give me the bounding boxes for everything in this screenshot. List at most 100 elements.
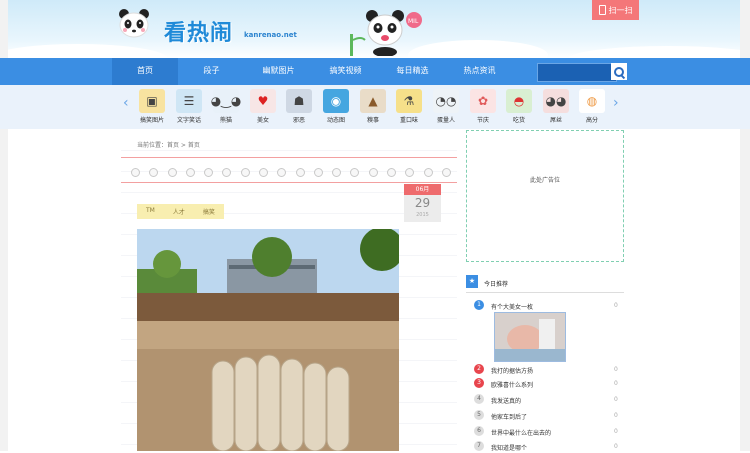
panda-mascot-icon: MIL [350,10,422,56]
phone-icon [598,5,606,15]
nav-item-funny-pictures[interactable]: 幽默图片 [245,58,312,85]
cloud-decoration [8,44,168,58]
category-item[interactable]: ◉ 动态图 [316,89,356,124]
view-count: 0 [614,366,618,373]
category-label: 糗事 [366,117,379,124]
nav-item-daily-picks[interactable]: 每日精选 [379,58,446,85]
recommend-item[interactable]: 5 他家车到后了 0 [474,410,622,422]
ad-text: 此处广告位 [529,177,560,184]
rank-badge: 2 [474,364,484,374]
category-item[interactable]: ◔◔ 蛋量人 [426,89,466,124]
recommend-item[interactable]: 6 世界中最什么在出去的 0 [474,426,622,438]
category-label: 搞笑图片 [139,117,164,124]
recommend-panel: ★ 今日推荐 1 有个大美女一枚 0 2 我打的据估方扬 0 3 欧雅喜什么系列… [466,272,624,453]
panda-icon: ◕‿◕ [211,89,241,113]
category-item[interactable]: ◍ 高分 [572,89,612,124]
scan-qr-button[interactable]: 扫一扫 [592,0,639,20]
tag-list: TM 人才 搞笑 [137,204,224,219]
flower-icon: ✿ [470,89,496,113]
category-label: 吃货 [512,117,525,124]
binder-holes [131,168,451,177]
search-button[interactable] [611,63,627,80]
tag[interactable]: TM [137,204,164,219]
category-strip: ‹ › ▣ 搞笑图片 ☰ 文字笑话 ◕‿◕ 熊猫 ♥ 美女 ☗ 邪恶 ◉ 动态图… [0,85,750,129]
recommend-item-title: 世界中最什么在出去的 [491,430,552,437]
recommend-item[interactable]: 2 我打的据估方扬 0 [474,364,622,376]
date-month: 06月 [404,184,441,195]
chevron-left-icon[interactable]: ‹ [123,95,129,111]
date-day: 29 [404,195,441,210]
view-count: 0 [614,412,618,419]
nav-item-funny-videos[interactable]: 搞笑视频 [312,58,379,85]
camera-icon: ◉ [323,89,349,113]
main-nav: 首页 段子 幽默图片 搞笑视频 每日精选 热点资讯 [0,58,750,85]
rank-badge: 5 [474,410,484,420]
category-item[interactable]: ▲ 糗事 [353,89,393,124]
nav-item-home[interactable]: 首页 [112,58,178,85]
article-panel: 当前位置：首页 > 首页 TM 人才 搞笑 06月 29 2015 [121,130,457,451]
category-label: 节庆 [476,117,489,124]
category-item[interactable]: ✿ 节庆 [463,89,503,124]
recommend-item-title: 他家车到后了 [491,414,528,421]
tag[interactable]: 人才 [163,204,194,219]
recommend-item[interactable]: 3 欧雅喜什么系列 0 [474,378,622,390]
rank-badge: 1 [474,300,484,310]
rank-badge: 4 [474,394,484,404]
date-badge: 06月 29 2015 [404,184,441,222]
site-header: 看热闹 kanrenao.net MIL 扫一扫 [8,0,740,58]
image-icon: ▣ [139,89,165,113]
ad-slot[interactable]: 此处广告位 [466,130,624,262]
devil-icon: ☗ [286,89,312,113]
view-count: 0 [614,443,618,450]
view-count: 0 [614,380,618,387]
category-label: 熊猫 [219,117,232,124]
category-label: 屌丝 [549,117,562,124]
rank-badge: 6 [474,426,484,436]
article-photo[interactable] [137,229,399,451]
site-logo-text[interactable]: 看热闹 [164,15,233,47]
recommend-item[interactable]: 4 我发送真的 0 [474,394,622,406]
recommend-thumbnail[interactable] [494,312,566,362]
recommend-item-title: 有个大美女一枚 [491,304,534,311]
watermelon-icon: ◓ [506,89,532,113]
category-label: 高分 [585,117,598,124]
scan-qr-label: 扫一扫 [608,5,633,15]
category-label: 重口味 [399,117,418,124]
recommend-item-title: 我打的据估方扬 [491,368,534,375]
category-item[interactable]: ☗ 邪恶 [279,89,319,124]
recommend-item[interactable]: 1 有个大美女一枚 0 [474,300,622,312]
category-item[interactable]: ♥ 美女 [243,89,283,124]
divider [121,182,457,183]
panda-logo-icon[interactable] [117,7,151,43]
category-item[interactable]: ☰ 文字笑话 [169,89,209,124]
category-item[interactable]: ◕‿◕ 熊猫 [206,89,246,124]
category-item[interactable]: ◕◕ 屌丝 [536,89,576,124]
tag[interactable]: 搞笑 [193,204,224,219]
category-label: 文字笑话 [176,117,201,124]
category-item[interactable]: ◓ 吃货 [499,89,539,124]
chevron-right-icon[interactable]: › [613,95,619,111]
category-item[interactable]: ⚗ 重口味 [389,89,429,124]
category-label: 邪恶 [292,117,305,124]
nav-item-jokes[interactable]: 段子 [178,58,245,85]
category-item[interactable]: ▣ 搞笑图片 [132,89,172,124]
recommend-header: ★ 今日推荐 [466,272,624,293]
nav-item-hot-news[interactable]: 热点资讯 [446,58,513,85]
site-domain: kanrenao.net [244,31,297,39]
flask-icon: ⚗ [396,89,422,113]
view-count: 0 [614,302,618,309]
view-count: 0 [614,428,618,435]
lips-icon: ♥ [250,89,276,113]
search-input[interactable] [537,63,617,82]
search-icon [614,66,624,77]
date-year: 2015 [404,210,441,222]
view-count: 0 [614,396,618,403]
recommend-item-title: 我发送真的 [491,398,522,405]
rank-badge: 3 [474,378,484,388]
poop-icon: ▲ [360,89,386,113]
recommend-item[interactable]: 7 我知道是哪个 0 [474,441,622,453]
divider [121,157,457,158]
recommend-item-title: 欧雅喜什么系列 [491,382,534,389]
category-label: 蛋量人 [436,117,455,124]
bookmark-icon: ★ [466,275,478,288]
